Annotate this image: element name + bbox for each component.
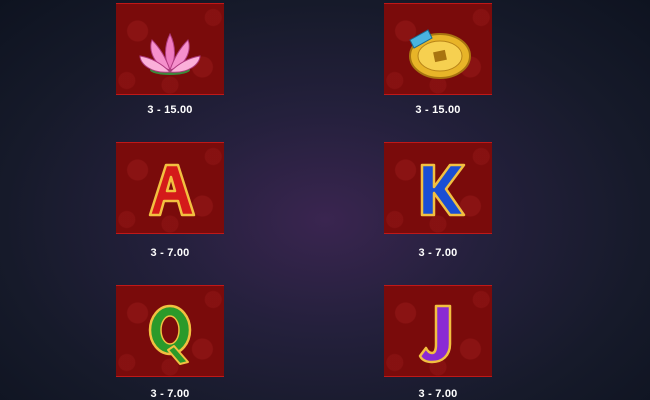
letter-q-icon — [148, 304, 192, 365]
coin-symbol-tile — [384, 3, 492, 95]
lotus-icon — [139, 32, 201, 75]
coin-icon — [409, 29, 471, 79]
q-payout: 3 - 7.00 — [150, 388, 190, 400]
lotus-symbol-tile — [116, 3, 224, 95]
letter-a-icon — [148, 163, 196, 217]
j-payout: 3 - 7.00 — [418, 388, 458, 400]
a-symbol-tile — [116, 142, 224, 234]
letter-j-icon — [418, 304, 452, 364]
lotus-payout: 3 - 15.00 — [147, 104, 193, 116]
j-symbol-tile — [384, 285, 492, 377]
a-payout: 3 - 7.00 — [150, 247, 190, 259]
k-payout: 3 - 7.00 — [418, 247, 458, 259]
q-symbol-tile — [116, 285, 224, 377]
coin-payout: 3 - 15.00 — [415, 104, 461, 116]
k-symbol-tile — [384, 142, 492, 234]
letter-k-icon — [420, 163, 466, 217]
